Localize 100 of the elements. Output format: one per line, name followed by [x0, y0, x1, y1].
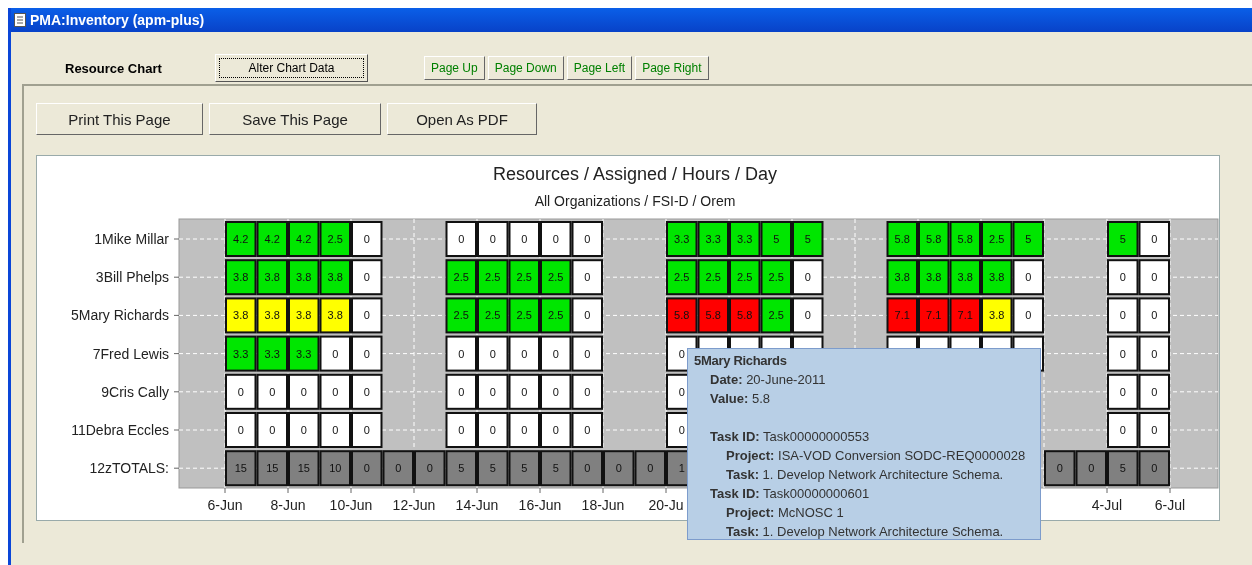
tooltip-field: Task: 1. Develop Network Architecture Schema. — [694, 465, 1034, 484]
cell-value: 0 — [269, 424, 276, 436]
tooltip-field: Value: 5.8 — [694, 389, 1034, 408]
cell-value: 0 — [1151, 309, 1158, 322]
cell-value: 0 — [1119, 424, 1126, 436]
page-button[interactable]: Page Down — [487, 56, 564, 80]
cell-value: 0 — [521, 424, 528, 436]
cell-value: 0 — [489, 347, 496, 360]
cell-value: 0 — [1056, 462, 1063, 475]
cell-value: 0 — [1119, 385, 1126, 398]
row-label: 5Mary Richards — [70, 307, 169, 324]
action-button[interactable]: Print This Page — [36, 103, 203, 135]
cell-value: 0 — [1119, 309, 1126, 322]
x-tick-label: 20-Ju — [648, 497, 684, 513]
cell-value: 0 — [363, 233, 370, 245]
row-label: 12zTOTALS: — [89, 460, 169, 477]
tooltip-title: 5Mary Richards — [694, 352, 788, 370]
cell-value: 3.8 — [233, 271, 249, 284]
cell-value: 0 — [458, 347, 465, 360]
x-tick-label: 6-Jul — [1154, 497, 1186, 513]
x-tick-label: 18-Jun — [581, 497, 625, 513]
cell-value: 0 — [395, 462, 402, 475]
cell-value: 0 — [332, 385, 339, 398]
cell-value: 7.1 — [894, 309, 910, 322]
x-tick-label: 16-Jun — [518, 497, 562, 513]
page-button[interactable]: Page Left — [566, 56, 633, 80]
row-label: 3Bill Phelps — [95, 269, 169, 286]
x-tick-label: 4-Jul — [1091, 497, 1123, 513]
cell-value: 5 — [458, 462, 465, 475]
cell-value: 0 — [489, 385, 496, 398]
cell-value: 3.3 — [264, 347, 280, 360]
cell-value: 0 — [552, 233, 559, 245]
cell-value: 0 — [332, 347, 339, 360]
cell-value: 3.3 — [737, 233, 753, 245]
cell-value: 3.8 — [327, 271, 343, 284]
window-title: PMA:Inventory (apm-plus) — [30, 12, 205, 28]
cell-value: 2.5 — [737, 271, 753, 284]
alter-chart-button[interactable]: Alter Chart Data — [215, 54, 368, 82]
cell-value: 0 — [678, 424, 685, 436]
cell-value: 5 — [804, 233, 811, 245]
cell-value: 0 — [1088, 462, 1095, 475]
chart-subtitle: All Organizations / FSI-D / Orem — [534, 193, 736, 209]
cell-value: 0 — [552, 385, 559, 398]
cell-value: 0 — [363, 385, 370, 398]
cell-value: 0 — [1151, 462, 1158, 475]
cell-value: 0 — [363, 309, 370, 322]
cell-value: 5 — [1119, 462, 1126, 475]
chart-title: Resources / Assigned / Hours / Day — [492, 164, 778, 184]
action-button[interactable]: Open As PDF — [387, 103, 537, 135]
cell-value: 1 — [678, 462, 685, 475]
cell-value: 3.3 — [705, 233, 721, 245]
cell-value: 2.5 — [485, 271, 501, 284]
tooltip-field: Project: McNOSC 1 — [694, 503, 1034, 522]
cell-value: 0 — [647, 462, 654, 475]
cell-value: 4.2 — [233, 233, 249, 245]
cell-value: 3.8 — [296, 271, 312, 284]
cell-value: 2.5 — [768, 271, 784, 284]
cell-value: 0 — [552, 424, 559, 436]
cell-value: 0 — [489, 233, 496, 245]
cell-value: 0 — [521, 233, 528, 245]
cell-value: 10 — [329, 462, 342, 475]
cell-value: 0 — [363, 347, 370, 360]
x-tick-label: 6-Jun — [207, 497, 243, 513]
cell-value: 0 — [269, 385, 276, 398]
cell-value: 3.8 — [264, 309, 280, 322]
cell-value: 0 — [1151, 271, 1158, 284]
cell-value: 3.8 — [989, 271, 1005, 284]
cell-value: 0 — [678, 385, 685, 398]
tooltip-field: Task ID: Task00000000553 — [694, 427, 1034, 446]
cell-value: 3.8 — [957, 271, 973, 284]
cell-value: 0 — [1119, 271, 1126, 284]
cell-value: 0 — [237, 424, 244, 436]
page-button[interactable]: Page Up — [424, 56, 485, 80]
cell-value: 5 — [1119, 233, 1126, 245]
cell-value: 0 — [584, 271, 591, 284]
cell-value: 0 — [363, 462, 370, 475]
tooltip-field: Project: ISA-VOD Conversion SODC-REQ0000028 — [694, 446, 1034, 465]
cell-value: 0 — [1025, 271, 1032, 284]
cell-value: 2.5 — [705, 271, 721, 284]
row-label: 7Fred Lewis — [92, 345, 169, 362]
cell-value: 0 — [584, 424, 591, 436]
x-tick-label: 10-Jun — [329, 497, 373, 513]
cell-value: 4.2 — [296, 233, 312, 245]
chart-label: Resource Chart — [65, 60, 163, 76]
cell-value: 0 — [363, 271, 370, 284]
page-button[interactable]: Page Right — [635, 56, 709, 80]
cell-value: 3.8 — [327, 309, 343, 322]
cell-value: 2.5 — [516, 271, 532, 284]
tooltip-field: Task: 1. Develop Network Architecture Schema. — [694, 522, 1034, 541]
cell-value: 0 — [237, 385, 244, 398]
cell-value: 5 — [1025, 233, 1032, 245]
cell-value: 2.5 — [674, 271, 690, 284]
cell-value: 0 — [521, 385, 528, 398]
cell-value: 0 — [584, 385, 591, 398]
cell-value: 0 — [1151, 347, 1158, 360]
cell-value: 2.5 — [548, 309, 564, 322]
cell-value: 0 — [584, 462, 591, 475]
action-button[interactable]: Save This Page — [209, 103, 381, 135]
cell-value: 4.2 — [264, 233, 280, 245]
cell-value: 0 — [804, 309, 811, 322]
